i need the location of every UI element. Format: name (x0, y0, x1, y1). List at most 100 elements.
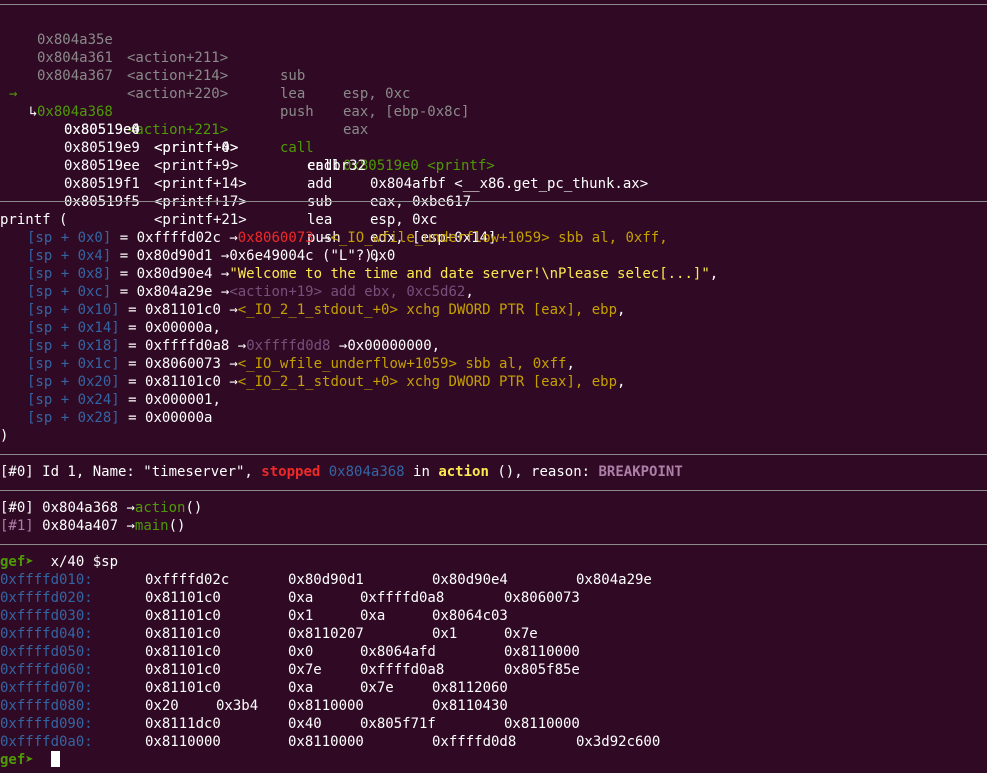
memory-value: 0x8064c03 (432, 608, 508, 624)
arg-value: 0x81101c0 (145, 374, 221, 390)
arg-value: 0xffffd0a8 (145, 338, 230, 354)
memory-value: 0x8110000 (504, 644, 580, 660)
arg-row: [sp + 0x24] = 0x000001, (27, 392, 221, 408)
memory-address: 0xffffd010: (0, 572, 93, 588)
arg-value: 0x00000a, (145, 320, 221, 336)
trace-func: action (134, 500, 186, 516)
arg-row: [sp + 0x14] = 0x00000a, (27, 320, 221, 336)
arg-slot: [sp + 0x4] (27, 248, 112, 264)
memory-value: 0x8112060 (432, 680, 508, 696)
arg-pointer-target: 0x00000000, (347, 338, 441, 354)
arg-pointer: 0xffffd0d8 (246, 338, 331, 354)
memory-value: 0x81101c0 (145, 590, 221, 606)
arg-slot: [sp + 0x8] (27, 266, 112, 282)
command-line[interactable]: gef➤ x/40 $sp (0, 553, 118, 571)
disasm-sym: <action+214> (127, 68, 229, 84)
disasm-mnemonic: lea (280, 86, 306, 102)
input-line[interactable]: gef➤ (0, 751, 60, 769)
disasm-current-line: → 0x804a368 <action+221> call 0x80519e0 … (0, 67, 495, 174)
disasm-line: 0x80519f5 <printf+21> push 0x0 (0, 175, 395, 264)
disasm-addr: 0x804a367 (37, 68, 113, 84)
arg-row: [sp + 0x8] = 0x80d90e4 →"Welcome to the … (27, 266, 719, 282)
memory-value: 0xffffd0a8 (360, 590, 445, 606)
memory-value: 0x1 (288, 608, 314, 624)
disasm-sym: <printf+21> (154, 212, 247, 228)
disasm-operands: eax, 0xbe617 (370, 194, 472, 210)
text-cursor[interactable] (50, 751, 60, 767)
memory-value: 0x3d92c600 (576, 734, 661, 750)
disasm-mnemonic: add (307, 176, 333, 192)
arg-slot: [sp + 0x0] (27, 230, 112, 246)
disasm-mnemonic: sub (307, 194, 333, 210)
arg-trailer: , (566, 356, 575, 372)
disasm-addr: 0x804a361 (37, 50, 113, 66)
memory-address: 0xffffd0a0: (0, 734, 93, 750)
arg-row: [sp + 0x1c] = 0x8060073 →<_IO_wfile_unde… (27, 356, 575, 372)
arg-row: [sp + 0x28] = 0x00000a (27, 410, 213, 426)
trace-func: main (134, 518, 169, 534)
memory-address: 0xffffd050: (0, 644, 93, 660)
arg-slot: [sp + 0x10] (27, 302, 120, 318)
thread-addr: 0x804a368 (328, 464, 405, 480)
memory-value: 0xffffd0d8 (432, 734, 517, 750)
separator-line (0, 490, 987, 491)
trace-arrow-icon: → (126, 518, 135, 534)
terminal-window[interactable]: 0x804a35e <action+211> sub esp, 0xc 0x80… (0, 0, 987, 773)
disasm-mnemonic: call (307, 158, 341, 174)
memory-value: 0xa (360, 608, 386, 624)
disasm-sym: <action+220> (127, 86, 229, 102)
memory-address: 0xffffd040: (0, 626, 93, 642)
arg-string: "Welcome to the time and date server!\nP… (229, 266, 710, 282)
arg-value: 0x80d90d1 (136, 248, 213, 264)
memory-value: 0x80d90d1 (288, 572, 364, 588)
memory-value: 0x8060073 (504, 590, 580, 606)
arg-value: 0x8060073 (145, 356, 221, 372)
thread-reason-label: (), reason: (488, 464, 599, 480)
disasm-sym: <printf+17> (154, 194, 247, 210)
disasm-addr: 0x80519ee (64, 158, 140, 174)
disasm-sym: <action+221> (127, 122, 229, 138)
memory-value: 0x8110207 (288, 626, 364, 642)
arg-trailer: , (617, 374, 626, 390)
arg-row: [sp + 0x0] = 0xffffd02c →0x8060073 →<_IO… (27, 230, 668, 246)
arg-row: [sp + 0x18] = 0xffffd0a8 →0xffffd0d8 →0x… (27, 338, 441, 354)
memory-value: 0x8110000 (288, 698, 364, 714)
arg-slot: [sp + 0x18] (27, 338, 120, 354)
disasm-addr: 0x80519f1 (64, 176, 140, 192)
memory-address: 0xffffd090: (0, 716, 93, 732)
disasm-operands: eax (343, 122, 369, 138)
separator-line (0, 544, 987, 545)
memory-value: 0x8110000 (504, 716, 580, 732)
arg-code: <_IO_wfile_underflow+1059> sbb al, 0xff (237, 356, 567, 372)
command-text: x/40 $sp (33, 554, 119, 570)
disasm-line: 0x804a35e <action+211> sub esp, 0xc (0, 13, 410, 102)
deref-arrow-icon: → (229, 302, 238, 318)
disasm-addr: 0x804a368 (37, 104, 113, 120)
arg-code: <action+19> add ebx, 0xc5d62 (229, 284, 466, 300)
thread-index: [#0] (0, 464, 34, 480)
memory-value: 0x7e (288, 662, 322, 678)
disasm-operands: esp, 0xc (370, 212, 438, 228)
disasm-sym: <printf+4> (154, 140, 239, 156)
args-close: ) (0, 428, 9, 444)
arg-pointer-target: ("L"?), (313, 248, 382, 264)
disasm-operands: eax, [ebp-0x8c] (343, 104, 470, 120)
thread-func: action (438, 464, 489, 480)
arg-pointer-target: <_IO_wfile_underflow+1059> sbb al, 0xff, (330, 230, 668, 246)
memory-value: 0xffffd0a8 (360, 662, 445, 678)
disasm-operands: esp, 0xc (343, 86, 411, 102)
trace-paren: () (185, 500, 203, 516)
memory-value: 0x8111dc0 (145, 716, 221, 732)
memory-value: 0x8110430 (432, 698, 508, 714)
deref-arrow-icon: → (229, 356, 238, 372)
memory-value: 0x8064afd (360, 644, 436, 660)
deref-arrow-icon: → (229, 230, 238, 246)
memory-value: 0xa (288, 590, 314, 606)
memory-address: 0xffffd070: (0, 680, 93, 696)
deref-arrow-icon: → (229, 374, 238, 390)
arg-value: 0xffffd02c (136, 230, 221, 246)
arg-value: 0x81101c0 (145, 302, 221, 318)
trace-addr: 0x804a368 (42, 500, 119, 516)
memory-address: 0xffffd080: (0, 698, 93, 714)
arg-value: 0x804a29e (136, 284, 213, 300)
